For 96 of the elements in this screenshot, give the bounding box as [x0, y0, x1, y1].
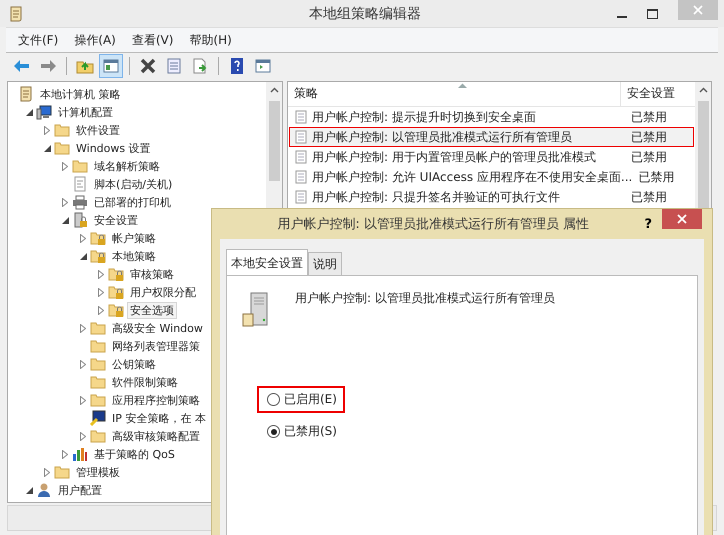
tree-item[interactable]: 安全选项 [127, 302, 177, 318]
tree-item[interactable]: 软件设置 [73, 122, 123, 138]
policy-name: 用户帐户控制: 允许 UIAccess 应用程序在不使用安全桌面... [312, 168, 632, 186]
close-icon [677, 214, 687, 224]
close-button[interactable] [662, 209, 702, 229]
pane-toggle-icon[interactable] [99, 54, 123, 78]
monitor-key-icon [90, 410, 106, 426]
radio-option[interactable]: 已禁用(S) [257, 418, 345, 445]
folder-icon [54, 122, 70, 138]
collapse-arrow-icon[interactable] [44, 144, 54, 152]
list-row[interactable]: 用户帐户控制: 用于内置管理员帐户的管理员批准模式 已禁用 [289, 147, 694, 167]
policy-name: 用户帐户控制: 以管理员批准模式运行所有管理员 [295, 290, 555, 307]
folder-icon [90, 356, 106, 372]
policy-name: 用户帐户控制: 只提升签名并验证的可执行文件 [312, 188, 561, 206]
scroll-icon [9, 6, 23, 22]
tree-item[interactable]: 软件限制策略 [109, 374, 181, 390]
tree-item[interactable]: IP 安全策略，在 本 [109, 410, 209, 426]
folder-icon [54, 140, 70, 156]
locked-folder-icon [108, 266, 124, 282]
setting-value: 已禁用 [630, 188, 668, 206]
folder-icon [90, 320, 106, 336]
policy-name: 用户帐户控制: 以管理员批准模式运行所有管理员 [312, 128, 573, 146]
tree-item[interactable]: 用户配置 [55, 482, 105, 498]
list-row[interactable]: 用户帐户控制: 允许 UIAccess 应用程序在不使用安全桌面... 已禁用 [289, 167, 694, 187]
tree-item[interactable]: 审核策略 [127, 266, 177, 282]
scroll-icon [18, 86, 34, 102]
bar-chart-icon [72, 446, 88, 462]
tree-item[interactable]: 帐户策略 [109, 230, 159, 246]
tree-item[interactable]: 公钥策略 [109, 356, 159, 372]
locked-folder-icon [108, 302, 124, 318]
locked-server-icon [72, 212, 88, 228]
folder-icon [90, 338, 106, 354]
tree-item[interactable]: 网络列表管理器策 [109, 338, 203, 354]
radio-option[interactable]: 已启用(E) [257, 386, 345, 413]
tree-item[interactable]: Windows 设置 [73, 140, 154, 156]
computer-icon [36, 104, 52, 120]
tree-item[interactable]: 安全设置 [91, 212, 141, 228]
menu-item[interactable]: 帮助(H) [183, 32, 238, 48]
script-icon [72, 176, 88, 192]
scroll-up-icon[interactable] [270, 87, 278, 93]
collapse-arrow-icon[interactable] [26, 486, 36, 494]
policy-icon [295, 150, 309, 164]
tab[interactable]: 本地安全设置 [226, 249, 308, 276]
collapse-arrow-icon[interactable] [80, 252, 90, 260]
list-row[interactable]: 用户帐户控制: 提示提升时切换到安全桌面 已禁用 [289, 107, 694, 127]
setting-value: 已禁用 [637, 168, 676, 186]
tree-item[interactable]: 脚本(启动/关机) [91, 176, 176, 192]
collapse-arrow-icon[interactable] [26, 108, 36, 116]
policy-name: 用户帐户控制: 提示提升时切换到安全桌面 [312, 108, 537, 126]
window-title: 本地组策略编辑器 [308, 4, 422, 22]
close-icon [693, 5, 703, 15]
collapse-arrow-icon[interactable] [62, 216, 72, 224]
locked-folder-icon [90, 230, 106, 246]
folder-icon [90, 392, 106, 408]
tree-item[interactable]: 应用程序控制策略 [109, 392, 203, 408]
sort-caret-icon [458, 83, 467, 88]
column-header[interactable]: 策略 [288, 82, 621, 106]
locked-folder-icon [90, 248, 106, 264]
dialog-title: 用户帐户控制: 以管理员批准模式运行所有管理员 属性 [276, 216, 590, 233]
tree-item[interactable]: 域名解析策略 [91, 158, 163, 174]
tree-item[interactable]: 计算机配置 [55, 104, 116, 120]
tree-item[interactable]: 高级安全 Window [109, 320, 206, 336]
scroll-up-icon[interactable] [698, 87, 708, 93]
column-header[interactable]: 安全设置 [621, 82, 695, 106]
policy-name: 用户帐户控制: 用于内置管理员帐户的管理员批准模式 [312, 148, 597, 166]
tree-item[interactable]: 本地策略 [109, 248, 159, 264]
setting-value: 已禁用 [630, 128, 668, 146]
menu-item[interactable]: 查看(V) [126, 32, 180, 48]
policy-icon [295, 190, 309, 204]
setting-value: 已禁用 [630, 108, 668, 126]
list-row[interactable]: 用户帐户控制: 以管理员批准模式运行所有管理员 已禁用 [289, 127, 694, 147]
maximize-icon[interactable] [647, 8, 658, 18]
folder-icon [90, 374, 106, 390]
radio-button[interactable] [267, 425, 280, 438]
folder-icon [72, 158, 88, 174]
policy-icon [295, 130, 309, 144]
policy-icon [295, 110, 309, 124]
locked-folder-icon [108, 284, 124, 300]
printer-icon [72, 194, 88, 210]
tree-item[interactable]: 已部署的打印机 [91, 194, 174, 210]
tree-item[interactable]: 用户权限分配 [127, 284, 199, 300]
policy-icon [295, 170, 309, 184]
menu-item[interactable]: 文件(F) [12, 32, 64, 48]
tab[interactable]: 说明 [308, 252, 342, 276]
tree-item[interactable]: 本地计算机 策略 [37, 86, 124, 102]
folder-icon [54, 464, 70, 480]
folder-icon [90, 428, 106, 444]
tree-item[interactable]: 基于策略的 QoS [91, 446, 178, 462]
list-row[interactable]: 用户帐户控制: 只提升签名并验证的可执行文件 已禁用 [289, 187, 694, 207]
help-button[interactable]: ? [634, 216, 662, 232]
radio-button[interactable] [267, 393, 280, 406]
menu-item[interactable]: 操作(A) [68, 32, 122, 48]
user-icon [36, 482, 52, 498]
tree-item[interactable]: 高级审核策略配置 [109, 428, 203, 444]
tree-item[interactable]: 管理模板 [73, 464, 123, 480]
setting-value: 已禁用 [630, 148, 668, 166]
